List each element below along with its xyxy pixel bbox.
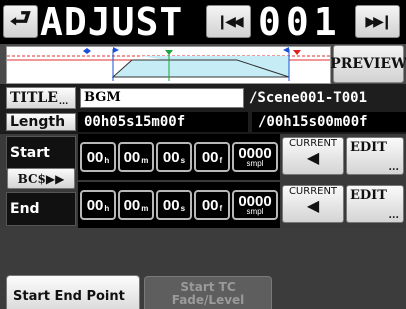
title-button-dots: ... bbox=[58, 97, 69, 107]
end-edit-button[interactable]: EDIT ... bbox=[346, 185, 404, 223]
tab-start-end-point[interactable]: Start End Point bbox=[6, 275, 140, 309]
title-input[interactable]: BGM bbox=[80, 88, 244, 108]
back-button[interactable]: ⮐ bbox=[3, 4, 38, 38]
take-number: 001 bbox=[258, 0, 342, 44]
end-label: End bbox=[6, 192, 76, 226]
title-button-label: TITLE bbox=[10, 90, 58, 106]
start-frames-field[interactable]: 00 f bbox=[194, 142, 230, 172]
preview-button[interactable]: PREVIEW bbox=[330, 45, 406, 83]
start-minutes-field[interactable]: 00 m bbox=[118, 142, 154, 172]
start-seconds-field[interactable]: 00 s bbox=[156, 142, 192, 172]
skip-back-icon: ❙◀◀ bbox=[216, 13, 243, 30]
screen-title: ADJUST bbox=[40, 0, 184, 44]
title-suffix: /Scene001-T001 bbox=[249, 90, 368, 106]
left-arrow-icon: ◀ bbox=[306, 148, 320, 167]
skip-forward-icon: ▶▶❙ bbox=[365, 13, 392, 30]
end-frames-field[interactable]: 00 f bbox=[194, 190, 230, 220]
next-take-button[interactable]: ▶▶❙ bbox=[355, 5, 400, 38]
start-samples-field[interactable]: 0000 smpl bbox=[232, 142, 278, 172]
fade-graph-svg bbox=[7, 47, 330, 83]
end-hours-field[interactable]: 00 h bbox=[80, 190, 116, 220]
left-arrow-icon: ◀ bbox=[306, 196, 320, 215]
title-button[interactable]: TITLE... bbox=[6, 87, 76, 109]
end-samples-field[interactable]: 0000 smpl bbox=[232, 190, 278, 220]
empty-area bbox=[0, 228, 406, 271]
end-minutes-field[interactable]: 00 m bbox=[118, 190, 154, 220]
start-current-button[interactable]: CURRENT ◀ bbox=[282, 137, 344, 175]
length-total: /00h15s00m00f bbox=[252, 112, 406, 132]
bcs-forward-button[interactable]: BC$▶▶ bbox=[7, 168, 75, 189]
length-label: Length bbox=[6, 113, 76, 131]
end-current-button[interactable]: CURRENT ◀ bbox=[282, 185, 344, 223]
start-hours-field[interactable]: 00 h bbox=[80, 142, 116, 172]
start-edit-button[interactable]: EDIT ... bbox=[346, 137, 404, 175]
tab-start-tc-fade-level[interactable]: Start TC Fade/Level bbox=[144, 276, 272, 309]
start-label: Start bbox=[6, 136, 76, 170]
length-value: 00h05s15m00f bbox=[78, 112, 248, 132]
end-seconds-field[interactable]: 00 s bbox=[156, 190, 192, 220]
return-arrow-icon: ⮐ bbox=[9, 4, 32, 32]
previous-take-button[interactable]: ❙◀◀ bbox=[206, 5, 251, 38]
fade-graph[interactable] bbox=[6, 46, 331, 84]
